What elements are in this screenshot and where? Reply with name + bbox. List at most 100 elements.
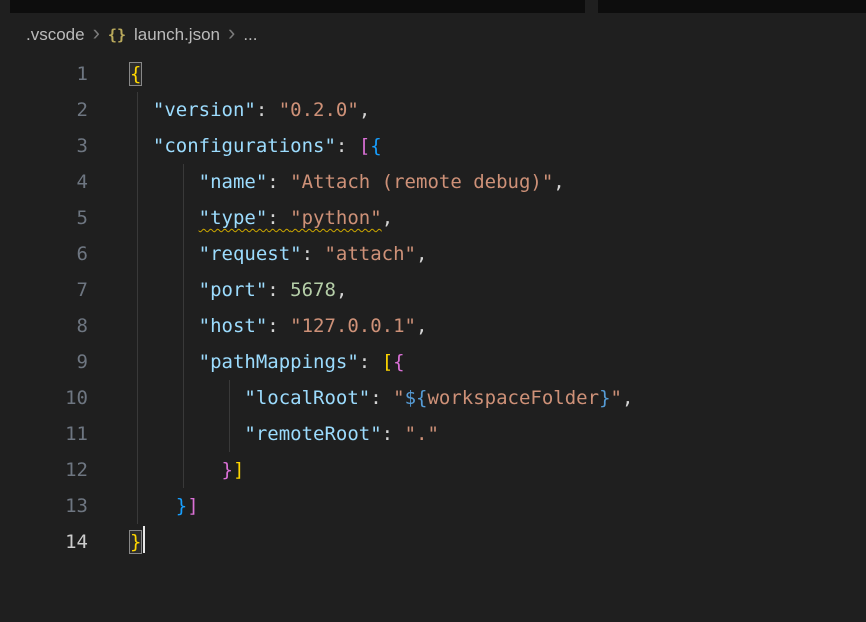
code-token xyxy=(130,351,199,373)
code-line-11[interactable]: "remoteRoot": "." xyxy=(130,416,866,452)
code-line-12[interactable]: }] xyxy=(130,452,866,488)
code-token: "attach" xyxy=(324,243,416,265)
code-token: [ xyxy=(359,135,370,157)
code-lines[interactable]: { "version": "0.2.0", "configurations": … xyxy=(88,56,866,622)
code-token: : xyxy=(359,351,382,373)
code-token xyxy=(130,99,153,121)
line-number: 13 xyxy=(0,488,88,524)
code-line-4[interactable]: "name": "Attach (remote debug)", xyxy=(130,164,866,200)
line-number: 4 xyxy=(0,164,88,200)
code-token: , xyxy=(416,315,427,337)
code-token: : xyxy=(382,423,405,445)
line-number: 2 xyxy=(0,92,88,128)
line-number: 5 xyxy=(0,200,88,236)
code-token: : xyxy=(267,279,290,301)
code-token: ] xyxy=(233,459,244,481)
code-token: "type" xyxy=(199,207,268,229)
breadcrumb-item-ellipsis[interactable]: ... xyxy=(243,25,257,45)
code-token xyxy=(130,135,153,157)
line-number: 11 xyxy=(0,416,88,452)
breadcrumb-item-vscode[interactable]: .vscode xyxy=(26,25,85,45)
code-token: : xyxy=(267,315,290,337)
code-token: "127.0.0.1" xyxy=(290,315,416,337)
code-token: : xyxy=(370,387,393,409)
code-token: , xyxy=(382,207,393,229)
chevron-right-icon: › xyxy=(228,22,235,44)
code-token xyxy=(130,495,176,517)
gutter: 1234567891011121314 xyxy=(0,56,88,622)
code-token: : xyxy=(267,171,290,193)
code-token: "request" xyxy=(199,243,302,265)
line-number: 3 xyxy=(0,128,88,164)
code-token: " xyxy=(611,387,622,409)
code-token xyxy=(130,171,199,193)
code-token: ${ xyxy=(405,387,428,409)
line-number: 9 xyxy=(0,344,88,380)
line-number: 12 xyxy=(0,452,88,488)
code-token: "." xyxy=(405,423,439,445)
code-line-5[interactable]: "type": "python", xyxy=(130,200,866,236)
code-token: " xyxy=(393,387,404,409)
breadcrumb: .vscode › {} launch.json › ... xyxy=(0,13,866,56)
code-token xyxy=(130,243,199,265)
code-token: ] xyxy=(187,495,198,517)
tab-bar-segment xyxy=(10,0,585,13)
code-token: , xyxy=(553,171,564,193)
code-token: workspaceFolder xyxy=(427,387,599,409)
line-number: 10 xyxy=(0,380,88,416)
code-token xyxy=(130,423,244,445)
line-number: 1 xyxy=(0,56,88,92)
code-line-14[interactable]: } xyxy=(130,524,866,560)
code-token: "python" xyxy=(290,207,382,229)
code-line-10[interactable]: "localRoot": "${workspaceFolder}", xyxy=(130,380,866,416)
code-token: , xyxy=(416,243,427,265)
code-line-1[interactable]: { xyxy=(130,56,866,92)
code-token: , xyxy=(622,387,633,409)
code-line-8[interactable]: "host": "127.0.0.1", xyxy=(130,308,866,344)
code-token: "configurations" xyxy=(153,135,336,157)
code-line-2[interactable]: "version": "0.2.0", xyxy=(130,92,866,128)
code-token: "host" xyxy=(199,315,268,337)
code-token: "localRoot" xyxy=(244,387,370,409)
chevron-right-icon: › xyxy=(93,22,100,44)
line-number: 7 xyxy=(0,272,88,308)
code-line-9[interactable]: "pathMappings": [{ xyxy=(130,344,866,380)
code-token: 5678 xyxy=(290,279,336,301)
tab-bar xyxy=(0,0,866,13)
text-cursor xyxy=(143,526,145,553)
code-token: "port" xyxy=(199,279,268,301)
json-braces-icon: {} xyxy=(108,26,126,44)
code-line-6[interactable]: "request": "attach", xyxy=(130,236,866,272)
code-token: [ xyxy=(382,351,393,373)
code-token: { xyxy=(370,135,381,157)
breadcrumb-item-launch-json[interactable]: launch.json xyxy=(134,25,220,45)
code-token: , xyxy=(336,279,347,301)
code-token xyxy=(130,279,199,301)
code-token: : xyxy=(336,135,359,157)
code-token: } xyxy=(176,495,187,517)
code-token xyxy=(130,207,199,229)
code-token: } xyxy=(222,459,233,481)
code-token xyxy=(130,387,244,409)
tab-bar-segment xyxy=(598,0,866,13)
code-token: : xyxy=(256,99,279,121)
editor-pane[interactable]: 1234567891011121314 { "version": "0.2.0"… xyxy=(0,56,866,622)
line-number: 8 xyxy=(0,308,88,344)
code-token: : xyxy=(267,207,290,229)
code-line-13[interactable]: }] xyxy=(130,488,866,524)
code-token: , xyxy=(359,99,370,121)
code-token: "version" xyxy=(153,99,256,121)
code-line-3[interactable]: "configurations": [{ xyxy=(130,128,866,164)
code-token: "name" xyxy=(199,171,268,193)
code-token: { xyxy=(393,351,404,373)
line-number: 6 xyxy=(0,236,88,272)
code-token: : xyxy=(302,243,325,265)
code-token: } xyxy=(599,387,610,409)
bracket-match: } xyxy=(130,531,141,553)
code-token: "pathMappings" xyxy=(199,351,359,373)
code-token xyxy=(130,459,222,481)
code-token: "remoteRoot" xyxy=(244,423,381,445)
bracket-match: { xyxy=(130,63,141,85)
code-token: "Attach (remote debug)" xyxy=(290,171,553,193)
code-line-7[interactable]: "port": 5678, xyxy=(130,272,866,308)
